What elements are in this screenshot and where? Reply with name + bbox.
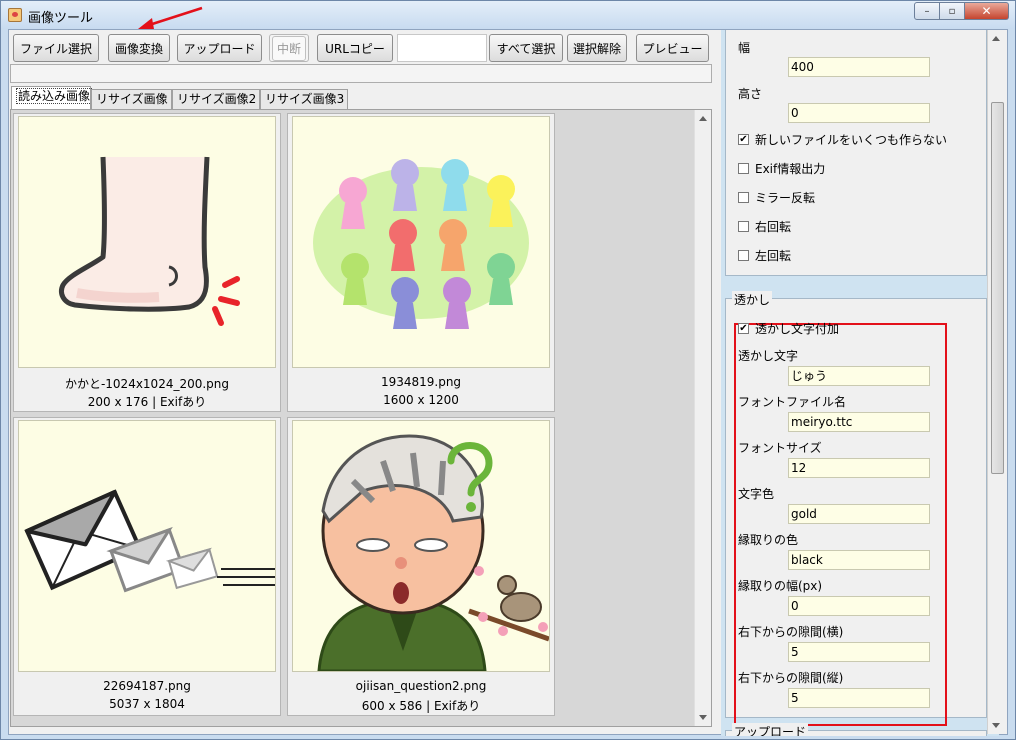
checkbox-label: 透かし文字付加 xyxy=(755,321,840,336)
settings-scrollbar[interactable] xyxy=(987,30,1007,734)
checkbox-icon xyxy=(738,220,749,232)
app-window: 画像ツール – ▫ ✕ ファイル選択 画像変換 アップロード 中断 URLコピー… xyxy=(0,0,1016,740)
maximize-button[interactable]: ▫ xyxy=(940,2,965,20)
minimize-button[interactable]: – xyxy=(914,2,940,20)
tab-resized-images-2[interactable]: リサイズ画像2 xyxy=(172,89,260,110)
checkbox-icon xyxy=(738,249,749,261)
scroll-down-icon[interactable] xyxy=(699,715,707,720)
watermark-text-field[interactable]: じゅう xyxy=(788,366,930,386)
minimize-icon: – xyxy=(924,5,930,17)
abort-label: 中断 xyxy=(271,35,306,61)
watermark-enable-checkbox[interactable]: ✔ 透かし文字付加 xyxy=(738,320,839,336)
select-all-button[interactable]: すべて選択 xyxy=(489,34,563,62)
tab-label: 読み込み画像 xyxy=(16,88,93,104)
checkbox-checked-icon: ✔ xyxy=(738,133,749,145)
checkbox-label: Exif情報出力 xyxy=(755,161,826,176)
client-area: ファイル選択 画像変換 アップロード 中断 URLコピー すべて選択 選択解除 … xyxy=(8,29,1008,736)
text-color-label: 文字色 xyxy=(738,487,775,501)
checkbox-label: 左回転 xyxy=(755,248,792,263)
checkbox-checked-icon: ✔ xyxy=(738,322,749,334)
image-info: 1600 x 1200 xyxy=(383,393,459,407)
image-card[interactable]: 1934819.png 1600 x 1200 xyxy=(287,113,555,412)
offset-y-field[interactable]: 5 xyxy=(788,688,930,708)
no-multi-file-checkbox[interactable]: ✔ 新しいファイルをいくつも作らない xyxy=(738,131,947,147)
close-button[interactable]: ✕ xyxy=(965,2,1009,20)
old-man-question-illustration xyxy=(292,420,550,672)
offset-x-label: 右下からの隙間(横) xyxy=(738,625,844,639)
foot-illustration xyxy=(18,116,276,368)
checkbox-icon xyxy=(738,162,749,174)
width-label: 幅 xyxy=(738,41,751,55)
watermark-group-title: 透かし xyxy=(732,291,773,308)
offset-x-field[interactable]: 5 xyxy=(788,642,930,662)
image-info: 5037 x 1804 xyxy=(109,697,185,711)
deselect-button[interactable]: 選択解除 xyxy=(567,34,627,62)
checkbox-label: 新しいファイルをいくつも作らない xyxy=(755,132,948,147)
image-info: 200 x 176 | Exifあり xyxy=(87,395,207,409)
flying-envelopes-illustration xyxy=(18,420,276,672)
mirror-checkbox[interactable]: ミラー反転 xyxy=(738,189,815,205)
tab-resized-images[interactable]: リサイズ画像 xyxy=(91,89,172,110)
colored-people-illustration xyxy=(292,116,550,368)
image-card[interactable]: ojiisan_question2.png 600 x 586 | Exifあり xyxy=(287,417,555,716)
window-controls: – ▫ ✕ xyxy=(914,2,1009,21)
gallery-area: かかと-1024x1024_200.png 200 x 176 | Exifあり xyxy=(11,110,695,726)
file-select-button[interactable]: ファイル選択 xyxy=(13,34,99,62)
scroll-up-icon[interactable] xyxy=(992,36,1000,41)
convert-button[interactable]: 画像変換 xyxy=(108,34,170,62)
url-field[interactable] xyxy=(397,34,487,62)
outline-color-label: 縁取りの色 xyxy=(738,533,799,547)
close-icon: ✕ xyxy=(981,4,992,18)
image-info: 600 x 586 | Exifあり xyxy=(361,699,481,713)
image-card[interactable]: 22694187.png 5037 x 1804 xyxy=(13,417,281,716)
preview-button[interactable]: プレビュー xyxy=(636,34,709,62)
checkbox-label: 右回転 xyxy=(755,219,792,234)
font-file-field[interactable]: meiryo.ttc xyxy=(788,412,930,432)
image-filename: かかと-1024x1024_200.png xyxy=(64,377,230,391)
width-field[interactable]: 400 xyxy=(788,57,930,77)
offset-y-label: 右下からの隙間(縦) xyxy=(738,671,844,685)
scroll-down-icon[interactable] xyxy=(992,723,1000,728)
outline-color-field[interactable]: black xyxy=(788,550,930,570)
scroll-up-icon[interactable] xyxy=(699,116,707,121)
abort-button[interactable]: 中断 xyxy=(269,34,309,62)
resize-group: 幅 400 高さ 0 ✔ 新しいファイルをいくつも作らない Exif情報出力 ミラ… xyxy=(725,30,987,276)
image-gallery: かかと-1024x1024_200.png 200 x 176 | Exifあり xyxy=(10,109,712,727)
image-filename: ojiisan_question2.png xyxy=(355,679,487,693)
font-file-label: フォントファイル名 xyxy=(738,395,847,409)
image-filename: 1934819.png xyxy=(380,375,462,389)
app-icon xyxy=(8,8,22,22)
height-field[interactable]: 0 xyxy=(788,103,930,123)
exif-output-checkbox[interactable]: Exif情報出力 xyxy=(738,160,825,176)
gallery-scrollbar[interactable] xyxy=(694,110,711,726)
upload-group-title: アップロード xyxy=(732,723,809,736)
rotate-left-checkbox[interactable]: 左回転 xyxy=(738,247,791,263)
image-card[interactable]: かかと-1024x1024_200.png 200 x 176 | Exifあり xyxy=(13,113,281,412)
checkbox-label: ミラー反転 xyxy=(755,190,816,205)
upload-group: アップロード xyxy=(725,723,987,736)
outline-width-label: 縁取りの幅(px) xyxy=(738,579,823,593)
upload-button[interactable]: アップロード xyxy=(177,34,262,62)
tab-resized-images-3[interactable]: リサイズ画像3 xyxy=(260,89,348,110)
watermark-group: 透かし ✔ 透かし文字付加 透かし文字 じゅう フォントファイル名 meiryo.… xyxy=(725,291,987,726)
toolbar: ファイル選択 画像変換 アップロード 中断 URLコピー すべて選択 選択解除 … xyxy=(13,34,709,64)
font-size-label: フォントサイズ xyxy=(738,441,822,455)
url-copy-button[interactable]: URLコピー xyxy=(317,34,393,62)
image-filename: 22694187.png xyxy=(103,679,191,693)
rotate-right-checkbox[interactable]: 右回転 xyxy=(738,218,791,234)
scrollbar-thumb[interactable] xyxy=(991,102,1004,474)
window-title: 画像ツール xyxy=(28,11,94,26)
progress-bar xyxy=(10,64,712,83)
outline-width-field[interactable]: 0 xyxy=(788,596,930,616)
watermark-text-label: 透かし文字 xyxy=(738,349,799,363)
maximize-icon: ▫ xyxy=(948,5,956,17)
font-size-field[interactable]: 12 xyxy=(788,458,930,478)
checkbox-icon xyxy=(738,191,749,203)
height-label: 高さ xyxy=(738,87,763,101)
settings-panel: 幅 400 高さ 0 ✔ 新しいファイルをいくつも作らない Exif情報出力 ミラ… xyxy=(721,30,999,736)
title-bar: 画像ツール – ▫ ✕ xyxy=(1,1,1015,29)
tab-loaded-images[interactable]: 読み込み画像 xyxy=(11,86,93,110)
text-color-field[interactable]: gold xyxy=(788,504,930,524)
